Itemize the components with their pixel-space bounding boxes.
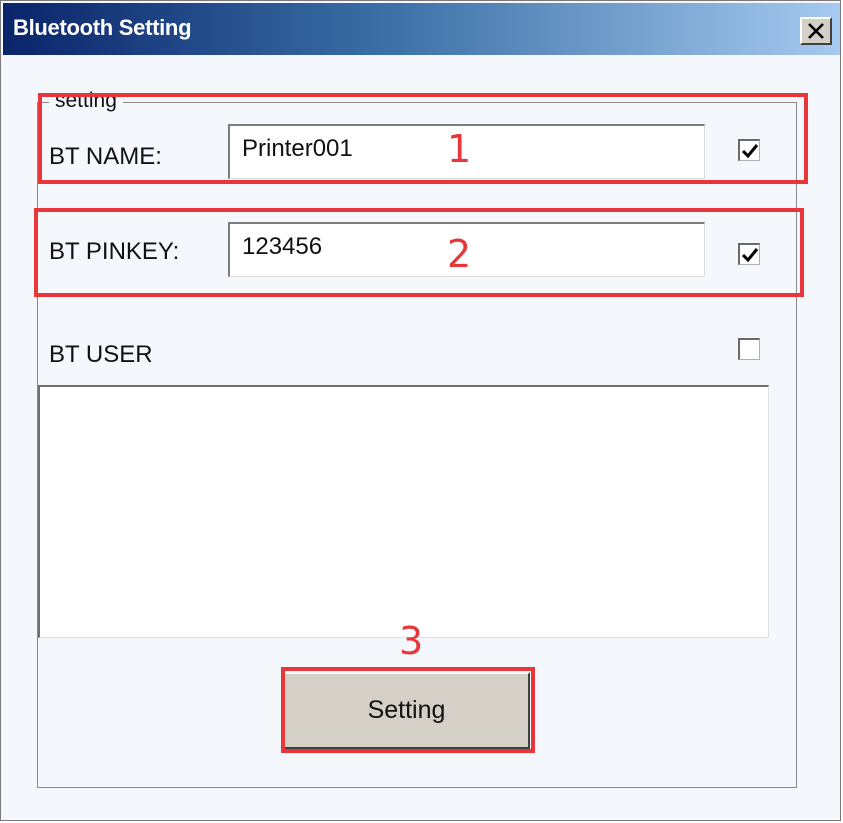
highlight-box-1 — [38, 93, 808, 184]
close-icon — [808, 23, 824, 39]
bt-user-label: BT USER — [49, 341, 153, 368]
highlight-box-2 — [34, 208, 804, 297]
highlight-box-3 — [281, 667, 535, 753]
bluetooth-setting-dialog: Bluetooth Setting setting BT NAME: Print… — [0, 0, 841, 821]
window-title: Bluetooth Setting — [13, 15, 192, 40]
annotation-number-2: 2 — [447, 232, 472, 276]
annotation-number-3: 3 — [399, 619, 424, 663]
close-button[interactable] — [800, 17, 832, 45]
annotation-number-1: 1 — [447, 127, 472, 171]
bt-user-list[interactable] — [38, 385, 769, 638]
bt-user-checkbox[interactable] — [738, 338, 760, 360]
title-bar[interactable]: Bluetooth Setting — [3, 3, 840, 55]
